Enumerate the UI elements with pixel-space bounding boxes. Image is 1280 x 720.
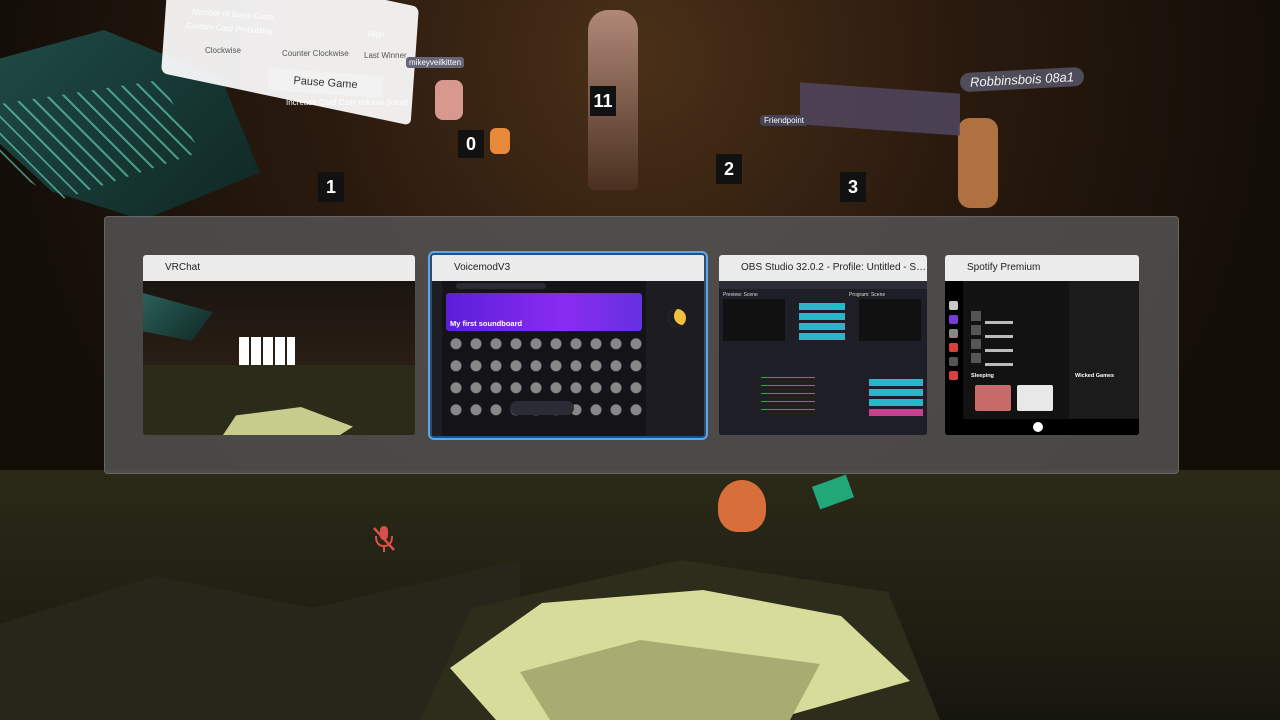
window-thumbnail: My first soundboard <box>432 281 704 436</box>
orange-avatar-head <box>718 480 766 532</box>
thumb-tile <box>949 343 958 352</box>
thumb-sidebar <box>432 281 442 436</box>
thumb-transition-btn <box>799 313 845 320</box>
thumb-control-btn <box>869 409 923 416</box>
volume-toggle-label[interactable]: Increase Card Czar Volume (local) <box>286 98 408 107</box>
option-clockwise[interactable]: Clockwise <box>205 46 241 55</box>
window-title: VRChat <box>143 255 415 281</box>
option-counter-clockwise[interactable]: Counter Clockwise <box>282 49 349 58</box>
thumb-soundboard-title: My first soundboard <box>450 319 523 328</box>
small-avatar-orange <box>490 128 510 154</box>
player-tag: mikeyveilkitten <box>406 57 465 68</box>
thumb-control-btn <box>869 389 923 396</box>
thumb-audio-mixer <box>761 373 815 413</box>
window-title: OBS Studio 32.0.2 - Profile: Untitled - … <box>719 255 927 281</box>
thumb-tile <box>949 315 958 324</box>
thumb-section-heading: Sleeping <box>971 373 994 379</box>
moon-icon <box>668 309 686 327</box>
play-icon <box>1033 422 1043 432</box>
thumb-cards <box>239 337 295 367</box>
option-last-winner[interactable]: Last Winner <box>364 51 407 60</box>
thumb-now-playing-title: Wicked Games <box>1075 373 1115 379</box>
thumb-track-row <box>971 311 1061 324</box>
thumb-album-art <box>975 385 1011 411</box>
thumb-transition-btn <box>799 333 845 340</box>
thumb-album-art <box>1017 385 1053 411</box>
panel-label-high: High <box>368 30 385 39</box>
player-counter-0: 0 <box>458 130 484 158</box>
floating-menu-panel <box>800 82 960 136</box>
friend-nametag: Friendpoint <box>760 115 809 126</box>
window-card-voicemod[interactable]: VoicemodV3 My first soundboard <box>428 251 708 440</box>
window-title: VoicemodV3 <box>432 255 704 281</box>
thumb-voice-panel <box>646 281 704 436</box>
window-card-obs[interactable]: OBS Studio 32.0.2 - Profile: Untitled - … <box>719 255 927 435</box>
player-nametag: Robbinsbois 08a1 <box>959 66 1085 93</box>
window-thumbnail <box>143 281 415 435</box>
player-counter-1: 1 <box>318 172 344 202</box>
thumb-preview-label: Preview: Scene <box>723 292 758 298</box>
thumb-program-label: Program: Scene <box>849 292 886 298</box>
thumb-library-sidebar <box>945 281 963 435</box>
thumb-transition-btn <box>799 323 845 330</box>
pink-avatar <box>435 80 463 120</box>
window-card-vrchat[interactable]: VRChat <box>143 255 415 435</box>
window-thumbnail: Preview: Scene Program: Scene <box>719 281 927 435</box>
thumb-menubar <box>719 281 927 289</box>
thumb-tile <box>949 357 958 366</box>
thumb-control-btn <box>869 399 923 406</box>
thumb-tile <box>949 329 958 338</box>
player-counter-3: 3 <box>840 172 866 202</box>
player-counter-2: 2 <box>716 154 742 184</box>
thumb-tile <box>949 371 958 380</box>
window-card-spotify[interactable]: Spotify Premium Sleeping Wicked Games <box>945 255 1139 435</box>
thumb-control-btn <box>869 379 923 386</box>
thumb-transition-btn <box>799 303 845 310</box>
thumb-track-row <box>971 353 1061 366</box>
window-thumbnail: Sleeping Wicked Games <box>945 281 1139 435</box>
thumb-program-pane <box>859 299 921 341</box>
thumb-track-row <box>971 325 1061 338</box>
center-card-counter: 11 <box>590 86 616 116</box>
bearded-avatar <box>958 118 998 208</box>
thumb-track-row <box>971 339 1061 352</box>
muted-microphone-icon <box>373 526 395 552</box>
task-switcher: VRChat VoicemodV3 My first soundboard OB… <box>104 216 1179 474</box>
thumb-dragon <box>143 293 213 341</box>
window-title: Spotify Premium <box>945 255 1139 281</box>
thumb-search-bar <box>456 283 546 289</box>
thumb-tile <box>949 301 958 310</box>
thumb-now-playing-panel <box>1069 281 1139 419</box>
thumb-dock <box>510 401 574 415</box>
thumb-preview-pane <box>723 299 785 341</box>
